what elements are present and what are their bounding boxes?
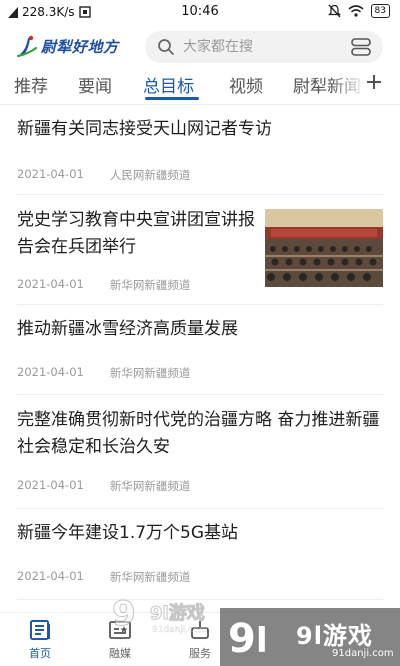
logo-mark-icon: [16, 35, 38, 58]
watermark-text: 9l游戏: [150, 603, 206, 625]
news-date: 2021-04-01: [17, 167, 84, 181]
tab-video[interactable]: 视频: [229, 72, 263, 97]
news-title: 完整准确贯彻新时代党的治疆方略 奋力推进新疆社会稳定和长治久安: [17, 410, 380, 457]
tab-headlines[interactable]: 要闻: [78, 72, 112, 97]
news-date: 2021-04-01: [17, 277, 84, 291]
search-icon: [158, 39, 174, 55]
nav-label: 服务: [189, 647, 211, 660]
news-source: 新华网新疆频道: [109, 366, 191, 380]
news-divider: [17, 194, 383, 195]
watermark-banner: 9l 9l游戏 91danji.com: [220, 608, 400, 666]
watermark-big-mark-icon: 9l: [228, 616, 268, 662]
tabs-fade: [330, 68, 366, 100]
scan-icon[interactable]: [351, 38, 371, 56]
active-tab-indicator: [145, 97, 199, 100]
watermark-big-text: 9l游戏: [296, 622, 373, 650]
logo-text: 尉犁好地方: [41, 37, 119, 56]
watermark-logo-small: 9 9l游戏 91danji.com: [108, 585, 218, 645]
search-bar[interactable]: [145, 31, 383, 63]
news-title: 新疆有关同志接受天山网记者专访: [17, 119, 272, 139]
news-thumbnail[interactable]: [265, 209, 383, 287]
watermark-big-url: 91danji.com: [332, 648, 394, 659]
svg-text:9: 9: [228, 616, 256, 662]
news-date: 2021-04-01: [17, 569, 84, 583]
status-bar: 228.3K/s 10:46 83: [0, 0, 400, 26]
news-divider: [17, 304, 383, 305]
news-divider: [17, 508, 383, 509]
news-date: 2021-04-01: [17, 478, 84, 492]
tab-general-goal[interactable]: 总目标: [143, 72, 194, 97]
svg-text:l: l: [256, 621, 268, 661]
nav-label: 融媒: [109, 647, 131, 660]
news-meta: 2021-04-01 新华网新疆频道: [17, 478, 190, 494]
news-title: 党史学习教育中央宣讲团宣讲报告会在兵团举行: [17, 210, 255, 257]
status-right: 83: [327, 4, 390, 18]
news-title: 推动新疆冰雪经济高质量发展: [17, 319, 238, 339]
conference-photo: [265, 209, 383, 287]
header: 尉犁好地方: [0, 30, 400, 64]
watermark-mark-icon: 9: [112, 594, 137, 634]
svg-text:9: 9: [112, 594, 136, 633]
news-source: 新华网新疆频道: [109, 479, 191, 493]
battery-icon: 83: [370, 4, 390, 18]
app-logo[interactable]: 尉犁好地方: [16, 34, 119, 58]
news-source: 新华网新疆频道: [109, 570, 191, 584]
wifi-icon: [348, 5, 364, 17]
nav-home[interactable]: 首页: [15, 619, 65, 661]
news-meta: 2021-04-01 新华网新疆频道: [17, 365, 190, 381]
home-icon: [30, 620, 50, 640]
category-tabs: 推荐 要闻 总目标 视频 尉犁新闻: [0, 68, 400, 104]
add-tab-icon[interactable]: [364, 72, 384, 92]
tabs-divider: [0, 104, 400, 105]
news-meta: 2021-04-01 新华网新疆频道: [17, 569, 190, 585]
tab-recommend[interactable]: 推荐: [14, 72, 48, 97]
news-source: 人民网新疆频道: [109, 168, 191, 182]
news-meta: 2021-04-01 新华网新疆频道: [17, 277, 190, 293]
news-divider: [17, 394, 383, 395]
search-input[interactable]: [183, 35, 343, 59]
news-source: 新华网新疆频道: [109, 278, 191, 292]
news-title: 新疆今年建设1.7万个5G基站: [17, 523, 239, 543]
nav-label: 首页: [29, 647, 51, 660]
news-meta: 2021-04-01 人民网新疆频道: [17, 167, 190, 183]
news-date: 2021-04-01: [17, 365, 84, 379]
mute-icon: [327, 4, 341, 18]
watermark-url: 91danji.com: [152, 625, 208, 635]
